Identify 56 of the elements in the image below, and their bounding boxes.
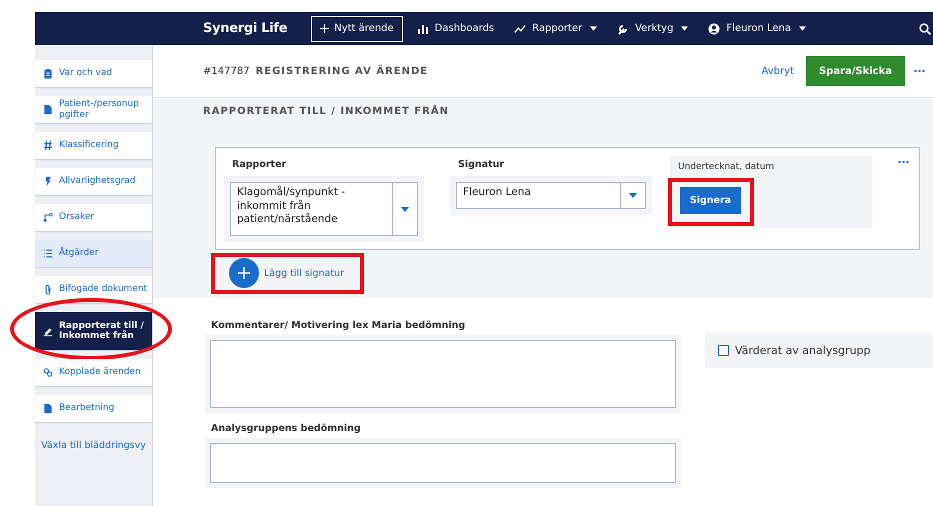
- analysis-group-checkbox[interactable]: Värderat av analysgrupp: [705, 333, 933, 368]
- sidebar-item[interactable]: Rapporterat till / Inkommet från: [35, 312, 152, 350]
- cancel-link[interactable]: Avbryt: [761, 66, 794, 76]
- field-label: Analysgruppens bedömning: [211, 423, 362, 434]
- nav-menu-item[interactable]: Dashboards: [416, 22, 494, 34]
- search-icon[interactable]: [919, 22, 931, 34]
- browse-view-link[interactable]: Växla till bläddringsvy: [35, 440, 152, 451]
- nav-menu-item[interactable]: Rapporter: [514, 22, 598, 34]
- bar-chart-icon: [416, 22, 429, 34]
- caret-icon: [590, 26, 598, 31]
- nav-menu-item[interactable]: Verktyg: [617, 22, 688, 34]
- lightning-icon: [43, 176, 53, 187]
- trend-line-icon: [514, 22, 526, 34]
- sidebar-item[interactable]: Bearbetning: [35, 395, 152, 422]
- document-icon: [43, 104, 53, 115]
- sign-button[interactable]: Signera: [680, 187, 741, 214]
- sidebar-item[interactable]: Orsaker: [35, 204, 152, 231]
- wrench-icon: [617, 22, 630, 34]
- caret-icon: [401, 206, 409, 212]
- pen-icon: [43, 326, 53, 336]
- clipboard-icon: [43, 68, 53, 79]
- plus-circle-icon: [229, 258, 259, 288]
- paperclip-icon: [43, 284, 53, 295]
- plus-icon: [320, 24, 330, 33]
- field-label: Rapporter: [232, 159, 288, 170]
- hash-icon: [43, 140, 53, 151]
- signature-dropdown[interactable]: Fleuron Lena: [456, 182, 646, 209]
- link-icon: [43, 367, 53, 378]
- reporter-dropdown[interactable]: Klagomål/synpunkt - inkommit från patient/närstående: [230, 182, 418, 236]
- more-icon[interactable]: [914, 69, 925, 73]
- field-label: Kommentarer/ Motivering lex Maria bedömning: [211, 320, 466, 331]
- signed-date-label: Undertecknat, datum: [678, 162, 776, 172]
- more-icon[interactable]: [898, 160, 909, 164]
- add-signature-button[interactable]: Lägg till signatur: [229, 258, 344, 288]
- section-title: RAPPORTERAT TILL / INKOMMET FRÅN: [203, 106, 450, 117]
- sidebar-item[interactable]: Var och vad: [35, 60, 152, 87]
- case-number: #147787: [203, 66, 250, 76]
- list-icon: [43, 248, 53, 259]
- nav-menu-item[interactable]: Fleuron Lena: [708, 22, 806, 34]
- sidebar-item[interactable]: Klassificering: [35, 132, 152, 159]
- save-button[interactable]: Spara/Skicka: [806, 56, 905, 86]
- sidebar-item[interactable]: Allvarlighetsgrad: [35, 168, 152, 195]
- sidebar-item[interactable]: Patient-/personup pgifter: [35, 96, 152, 123]
- document-icon: [43, 403, 53, 414]
- sidebar-item[interactable]: Kopplade ärenden: [35, 359, 152, 386]
- route-icon: [43, 212, 53, 223]
- caret-icon: [629, 193, 637, 198]
- caret-icon: [798, 26, 806, 31]
- caret-icon: [681, 26, 688, 31]
- new-case-button[interactable]: Nytt ärende: [311, 16, 403, 42]
- page-title: REGISTRERING AV ÄRENDE: [256, 66, 428, 76]
- app-logo-text: Synergi Life: [203, 21, 288, 36]
- user-icon: [708, 22, 720, 34]
- sidebar-item[interactable]: Bifogade dokument: [35, 276, 152, 303]
- field-label: Signatur: [458, 159, 506, 170]
- sidebar-item[interactable]: Åtgärder: [35, 240, 152, 267]
